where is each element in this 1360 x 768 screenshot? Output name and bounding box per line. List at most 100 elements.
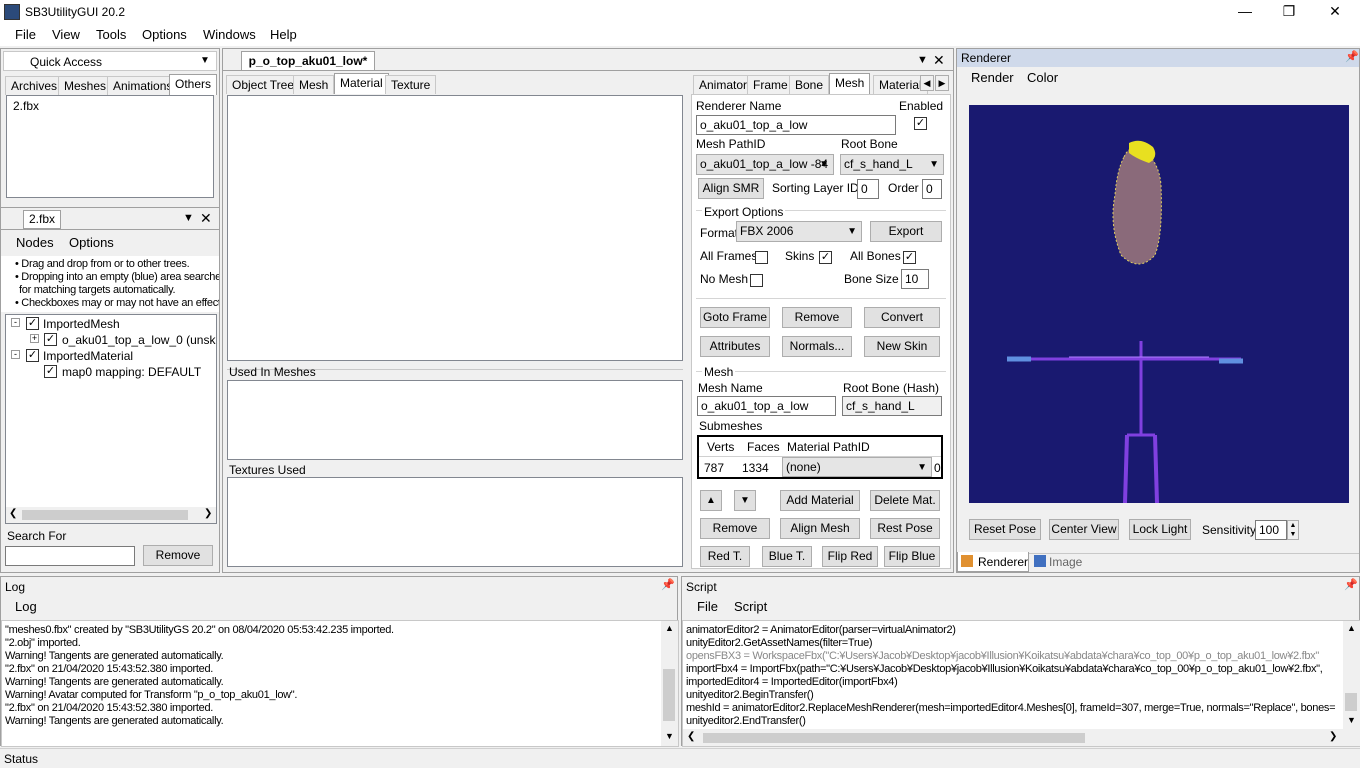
menu-nodes[interactable]: Nodes (16, 235, 54, 250)
order-input[interactable]: 0 (922, 179, 942, 199)
move-down-button[interactable]: ▼ (734, 490, 756, 511)
scrollbar-thumb[interactable] (703, 733, 1085, 743)
tab-scroll-left-icon[interactable]: ◀ (920, 75, 934, 91)
menu-windows[interactable]: Windows (203, 27, 256, 42)
format-select[interactable]: FBX 2006 ▼ (736, 221, 862, 242)
scroll-left-icon[interactable]: ❮ (9, 508, 17, 519)
vertical-scrollbar[interactable]: ▲ ▼ (1343, 621, 1360, 729)
close-button[interactable]: ✕ (1312, 0, 1358, 24)
tab-object-tree[interactable]: Object Tree (226, 75, 301, 94)
menu-log[interactable]: Log (15, 599, 37, 614)
tree-node-mesh[interactable]: o_aku01_top_a_low_0 (unskinne (62, 333, 216, 347)
align-mesh-button[interactable]: Align Mesh (780, 518, 860, 539)
minimize-button[interactable]: — (1222, 0, 1268, 24)
normals-button[interactable]: Normals... (782, 336, 852, 357)
tree-node-imported-mesh[interactable]: ImportedMesh (43, 317, 120, 331)
mesh-pathid-select[interactable]: o_aku01_top_a_low -84 ▼ (696, 154, 834, 175)
tab-texture[interactable]: Texture (385, 75, 437, 94)
tree-checkbox[interactable]: ✓ (26, 349, 39, 362)
panel-menu-icon[interactable]: ▼ (917, 54, 928, 66)
textures-used-list[interactable] (227, 477, 683, 567)
used-in-meshes-list[interactable] (227, 380, 683, 460)
move-up-button[interactable]: ▲ (700, 490, 722, 511)
close-icon[interactable]: ✕ (933, 52, 945, 69)
renderer-viewport[interactable] (969, 105, 1349, 503)
pin-icon[interactable]: 📌 (661, 578, 675, 591)
align-smr-button[interactable]: Align SMR (698, 178, 764, 199)
others-list[interactable]: 2.fbx (6, 95, 214, 198)
tree-checkbox[interactable]: ✓ (44, 365, 57, 378)
scroll-right-icon[interactable]: ❯ (1329, 731, 1337, 742)
scroll-down-icon[interactable]: ▼ (1347, 715, 1356, 725)
cell-verts[interactable]: 787 (704, 461, 724, 475)
remove-mesh-button[interactable]: Remove (700, 518, 770, 539)
all-bones-checkbox[interactable]: ✓ (903, 251, 916, 264)
cell-faces[interactable]: 1334 (742, 461, 769, 475)
goto-frame-button[interactable]: Goto Frame (700, 307, 770, 328)
remove-button[interactable]: Remove (143, 545, 213, 566)
export-button[interactable]: Export (870, 221, 942, 242)
enabled-checkbox[interactable]: ✓ (914, 117, 927, 130)
submeshes-table[interactable]: Verts Faces Material PathID 787 1334 (no… (697, 435, 943, 479)
tab-animations[interactable]: Animations (107, 76, 179, 95)
search-input[interactable] (5, 546, 135, 566)
tree-checkbox[interactable]: ✓ (44, 333, 57, 346)
menu-render[interactable]: Render (971, 70, 1014, 85)
tab-renderer[interactable]: Renderer (957, 552, 1029, 572)
scrollbar-thumb[interactable] (22, 510, 188, 520)
add-material-button[interactable]: Add Material (780, 490, 860, 511)
renderer-name-input[interactable]: o_aku01_top_a_low (696, 115, 896, 135)
mesh-name-input[interactable]: o_aku01_top_a_low (697, 396, 836, 416)
delete-material-button[interactable]: Delete Mat. (870, 490, 940, 511)
scrollbar-thumb[interactable] (1345, 693, 1357, 711)
tree-node-map[interactable]: map0 mapping: DEFAULT (62, 365, 201, 379)
scroll-up-icon[interactable]: ▲ (665, 623, 674, 633)
material-pathid-select[interactable]: (none) ▼ (782, 457, 932, 477)
tab-meshes[interactable]: Meshes (58, 76, 113, 95)
material-list[interactable] (227, 95, 683, 361)
no-mesh-checkbox[interactable] (750, 274, 763, 287)
scroll-down-icon[interactable]: ▼ (665, 731, 674, 741)
tab-frame[interactable]: Frame (747, 75, 794, 94)
dropdown-icon[interactable]: ▼ (200, 55, 210, 66)
all-frames-checkbox[interactable] (755, 251, 768, 264)
maximize-button[interactable]: ❐ (1266, 0, 1312, 24)
rest-pose-button[interactable]: Rest Pose (870, 518, 940, 539)
quick-access-tab[interactable]: Quick Access ▼ (3, 51, 217, 71)
collapse-icon[interactable]: - (11, 350, 20, 359)
blue-t-button[interactable]: Blue T. (762, 546, 812, 567)
fbx-panel-title[interactable]: 2.fbx (23, 210, 61, 229)
skins-checkbox[interactable]: ✓ (819, 251, 832, 264)
tab-animator[interactable]: Animator (693, 75, 754, 94)
tab-mesh-props[interactable]: Mesh (829, 73, 871, 94)
panel-menu-icon[interactable]: ▼ (183, 212, 194, 224)
sensitivity-input[interactable]: 100 (1255, 520, 1287, 540)
attributes-button[interactable]: Attributes (700, 336, 770, 357)
bone-size-input[interactable]: 10 (901, 269, 929, 289)
tab-mesh[interactable]: Mesh (293, 75, 335, 94)
tab-scroll-right-icon[interactable]: ▶ (935, 75, 949, 91)
red-t-button[interactable]: Red T. (700, 546, 750, 567)
tree-node-imported-material[interactable]: ImportedMaterial (43, 349, 133, 363)
menu-options[interactable]: Options (142, 27, 187, 42)
menu-view[interactable]: View (52, 27, 80, 42)
menu-file[interactable]: File (15, 27, 36, 42)
horizontal-scrollbar[interactable]: ❮ ❯ (6, 507, 216, 523)
horizontal-scrollbar[interactable]: ❮ ❯ (683, 729, 1360, 746)
vertical-scrollbar[interactable]: ▲ ▼ (661, 621, 678, 746)
script-text[interactable]: animatorEditor2 = AnimatorEditor(parser=… (682, 620, 1360, 747)
collapse-icon[interactable]: - (11, 318, 20, 327)
pin-icon[interactable]: 📌 (1344, 578, 1358, 591)
scroll-left-icon[interactable]: ❮ (687, 731, 695, 742)
scrollbar-thumb[interactable] (663, 669, 675, 721)
menu-options[interactable]: Options (69, 235, 114, 250)
root-bone-select[interactable]: cf_s_hand_L ▼ (840, 154, 944, 175)
expand-icon[interactable]: + (30, 334, 39, 343)
tab-material[interactable]: Material (334, 73, 389, 94)
flip-blue-button[interactable]: Flip Blue (884, 546, 940, 567)
scroll-up-icon[interactable]: ▲ (1347, 623, 1356, 633)
list-item[interactable]: 2.fbx (13, 99, 39, 113)
tab-others[interactable]: Others (169, 74, 218, 95)
center-view-button[interactable]: Center View (1049, 519, 1119, 540)
menu-color[interactable]: Color (1027, 70, 1058, 85)
